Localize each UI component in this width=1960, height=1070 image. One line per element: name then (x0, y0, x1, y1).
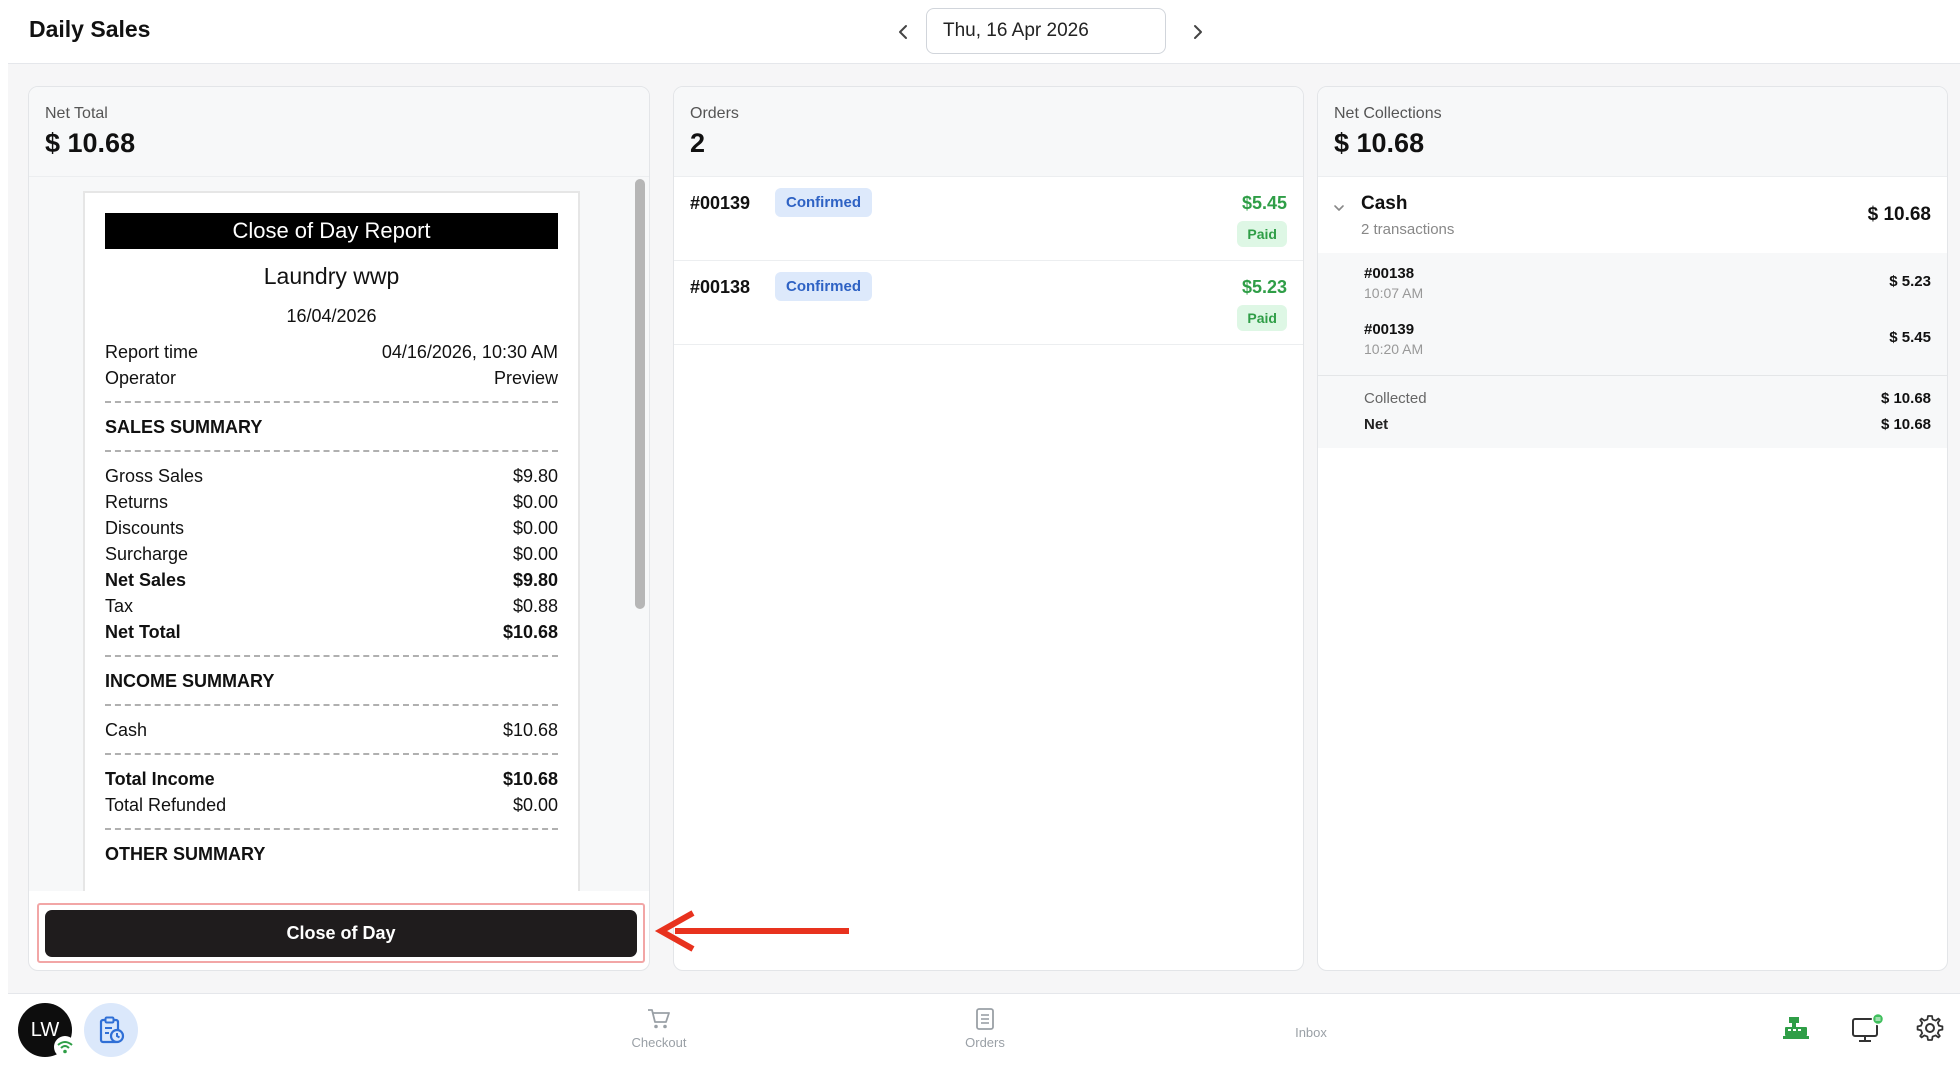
nav-inbox[interactable]: Inbox (1251, 1025, 1371, 1040)
collected-value: $ 10.68 (1880, 390, 1931, 407)
report-scrollbar[interactable] (635, 179, 645, 609)
transaction-count: 2 transactions (1361, 221, 1455, 238)
transaction-amount: $ 5.45 (1889, 329, 1931, 346)
nav-checkout[interactable]: Checkout (599, 1008, 719, 1050)
wifi-icon (54, 1036, 76, 1058)
payment-status-badge: Paid (1237, 221, 1287, 247)
order-status-badge: Confirmed (775, 272, 872, 301)
receipt-meta-row: Operator Preview (105, 368, 558, 388)
orders-label: Orders (690, 105, 739, 122)
collected-label: Collected (1364, 390, 1427, 407)
report-clock-icon (99, 1016, 125, 1044)
order-amount: $5.23 (1241, 277, 1287, 297)
previous-day-button[interactable] (886, 14, 922, 50)
payment-method-total: $ 10.68 (1867, 204, 1931, 225)
date-picker[interactable]: Thu, 16 Apr 2026 (926, 8, 1166, 54)
net-total-header: Net Total $ 10.68 (29, 87, 649, 177)
next-day-button[interactable] (1179, 14, 1215, 50)
nav-checkout-label: Checkout (631, 1035, 687, 1050)
divider (105, 401, 558, 403)
orders-header: Orders 2 (674, 87, 1303, 177)
income-summary-heading: INCOME SUMMARY (105, 671, 275, 691)
customer-display-button[interactable] (1850, 1010, 1886, 1046)
transaction-list: #00138 10:07 AM $ 5.23 #00139 10:20 AM $… (1318, 253, 1947, 376)
divider (105, 704, 558, 706)
cash-register-button[interactable] (1778, 1010, 1814, 1046)
order-id: #00139 (690, 193, 751, 213)
transaction-id: #00139 (1364, 321, 1415, 338)
top-bar: Daily Sales Thu, 16 Apr 2026 (8, 0, 1960, 64)
net-collections-value: $ 10.68 (1334, 128, 1425, 158)
orders-panel: Orders 2 #00139 Confirmed $5.45 Paid #00… (673, 86, 1304, 971)
net-total-value: $ 10.68 (45, 128, 136, 158)
red-arrow-icon (654, 910, 849, 952)
nav-orders[interactable]: Orders (925, 1008, 1045, 1050)
payment-method-name: Cash (1361, 193, 1408, 214)
settings-button[interactable] (1912, 1010, 1948, 1046)
net-label: Net (1364, 416, 1389, 433)
daily-report-button[interactable] (84, 1003, 138, 1057)
transaction-time: 10:20 AM (1364, 341, 1424, 357)
receipt-store-name: Laundry wwp (263, 263, 400, 289)
net-total-label: Net Total (45, 105, 108, 122)
gear-icon (1916, 1015, 1944, 1041)
total-row: Total Income $10.68 (105, 769, 558, 789)
app: Daily Sales Thu, 16 Apr 2026 Net Total $… (8, 0, 1960, 1070)
order-id: #00138 (690, 277, 751, 297)
orders-list-icon (976, 1008, 994, 1030)
cart-icon (648, 1009, 670, 1029)
order-status-badge: Confirmed (775, 188, 872, 217)
collected-row: Collected $ 10.68 (1364, 386, 1931, 412)
nav-inbox-label: Inbox (1295, 1025, 1327, 1040)
order-row[interactable]: #00138 Confirmed $5.23 Paid (674, 261, 1303, 345)
collections-summary: Collected $ 10.68 Net $ 10.68 (1318, 376, 1947, 448)
other-summary-heading: OTHER SUMMARY (105, 844, 266, 864)
net-total-panel: Net Total $ 10.68 Close of Day Report La… (28, 86, 650, 971)
receipt-date: 16/04/2026 (286, 306, 377, 326)
divider (105, 655, 558, 657)
close-of-day-button[interactable]: Close of Day (45, 910, 637, 957)
close-of-day-highlight: Close of Day (37, 903, 645, 963)
sales-row: Net Sales $9.80 (105, 570, 558, 590)
report-scroll-area[interactable]: Close of Day Report Laundry wwp 16/04/20… (29, 177, 649, 891)
monitor-icon (1852, 1013, 1885, 1042)
transaction-row[interactable]: #00139 10:20 AM $ 5.45 (1318, 313, 1947, 369)
receipt-meta-row: Report time 04/16/2026, 10:30 AM (105, 342, 558, 362)
net-row: Net $ 10.68 (1364, 412, 1931, 438)
sales-row: Returns $0.00 (105, 492, 558, 512)
cash-group-header[interactable]: Cash 2 transactions $ 10.68 (1318, 177, 1947, 253)
net-value: $ 10.68 (1880, 416, 1931, 433)
total-row: Total Refunded $0.00 (105, 795, 558, 815)
close-of-day-receipt: Close of Day Report Laundry wwp 16/04/20… (83, 191, 580, 891)
order-amount: $5.45 (1241, 193, 1287, 213)
divider (105, 450, 558, 452)
chevron-down-icon (1334, 205, 1344, 211)
sales-row: Tax $0.88 (105, 596, 558, 616)
sales-row: Gross Sales $9.80 (105, 466, 558, 486)
chevron-left-icon (899, 25, 907, 39)
transaction-time: 10:07 AM (1364, 285, 1424, 301)
net-collections-header: Net Collections $ 10.68 (1318, 87, 1947, 177)
transaction-amount: $ 5.23 (1889, 273, 1931, 290)
net-collections-panel: Net Collections $ 10.68 Cash 2 transacti… (1317, 86, 1948, 971)
bottom-nav: LW Checkout Orders Inbox (8, 993, 1960, 1070)
receipt-title: Close of Day Report (105, 213, 558, 249)
sales-row: Net Total $10.68 (105, 622, 558, 642)
sales-row: Surcharge $0.00 (105, 544, 558, 564)
divider (105, 753, 558, 755)
transaction-row[interactable]: #00138 10:07 AM $ 5.23 (1318, 257, 1947, 313)
net-collections-label: Net Collections (1334, 105, 1442, 122)
orders-count: 2 (690, 128, 706, 158)
cash-register-icon (1783, 1017, 1809, 1039)
income-row: Cash $10.68 (105, 720, 558, 740)
payment-status-badge: Paid (1237, 305, 1287, 331)
sales-summary-heading: SALES SUMMARY (105, 417, 263, 437)
sales-row: Discounts $0.00 (105, 518, 558, 538)
order-row[interactable]: #00139 Confirmed $5.45 Paid (674, 177, 1303, 261)
divider (105, 828, 558, 830)
nav-orders-label: Orders (965, 1035, 1005, 1050)
transaction-id: #00138 (1364, 265, 1415, 282)
page-title: Daily Sales (29, 16, 151, 42)
chevron-right-icon (1194, 25, 1202, 39)
